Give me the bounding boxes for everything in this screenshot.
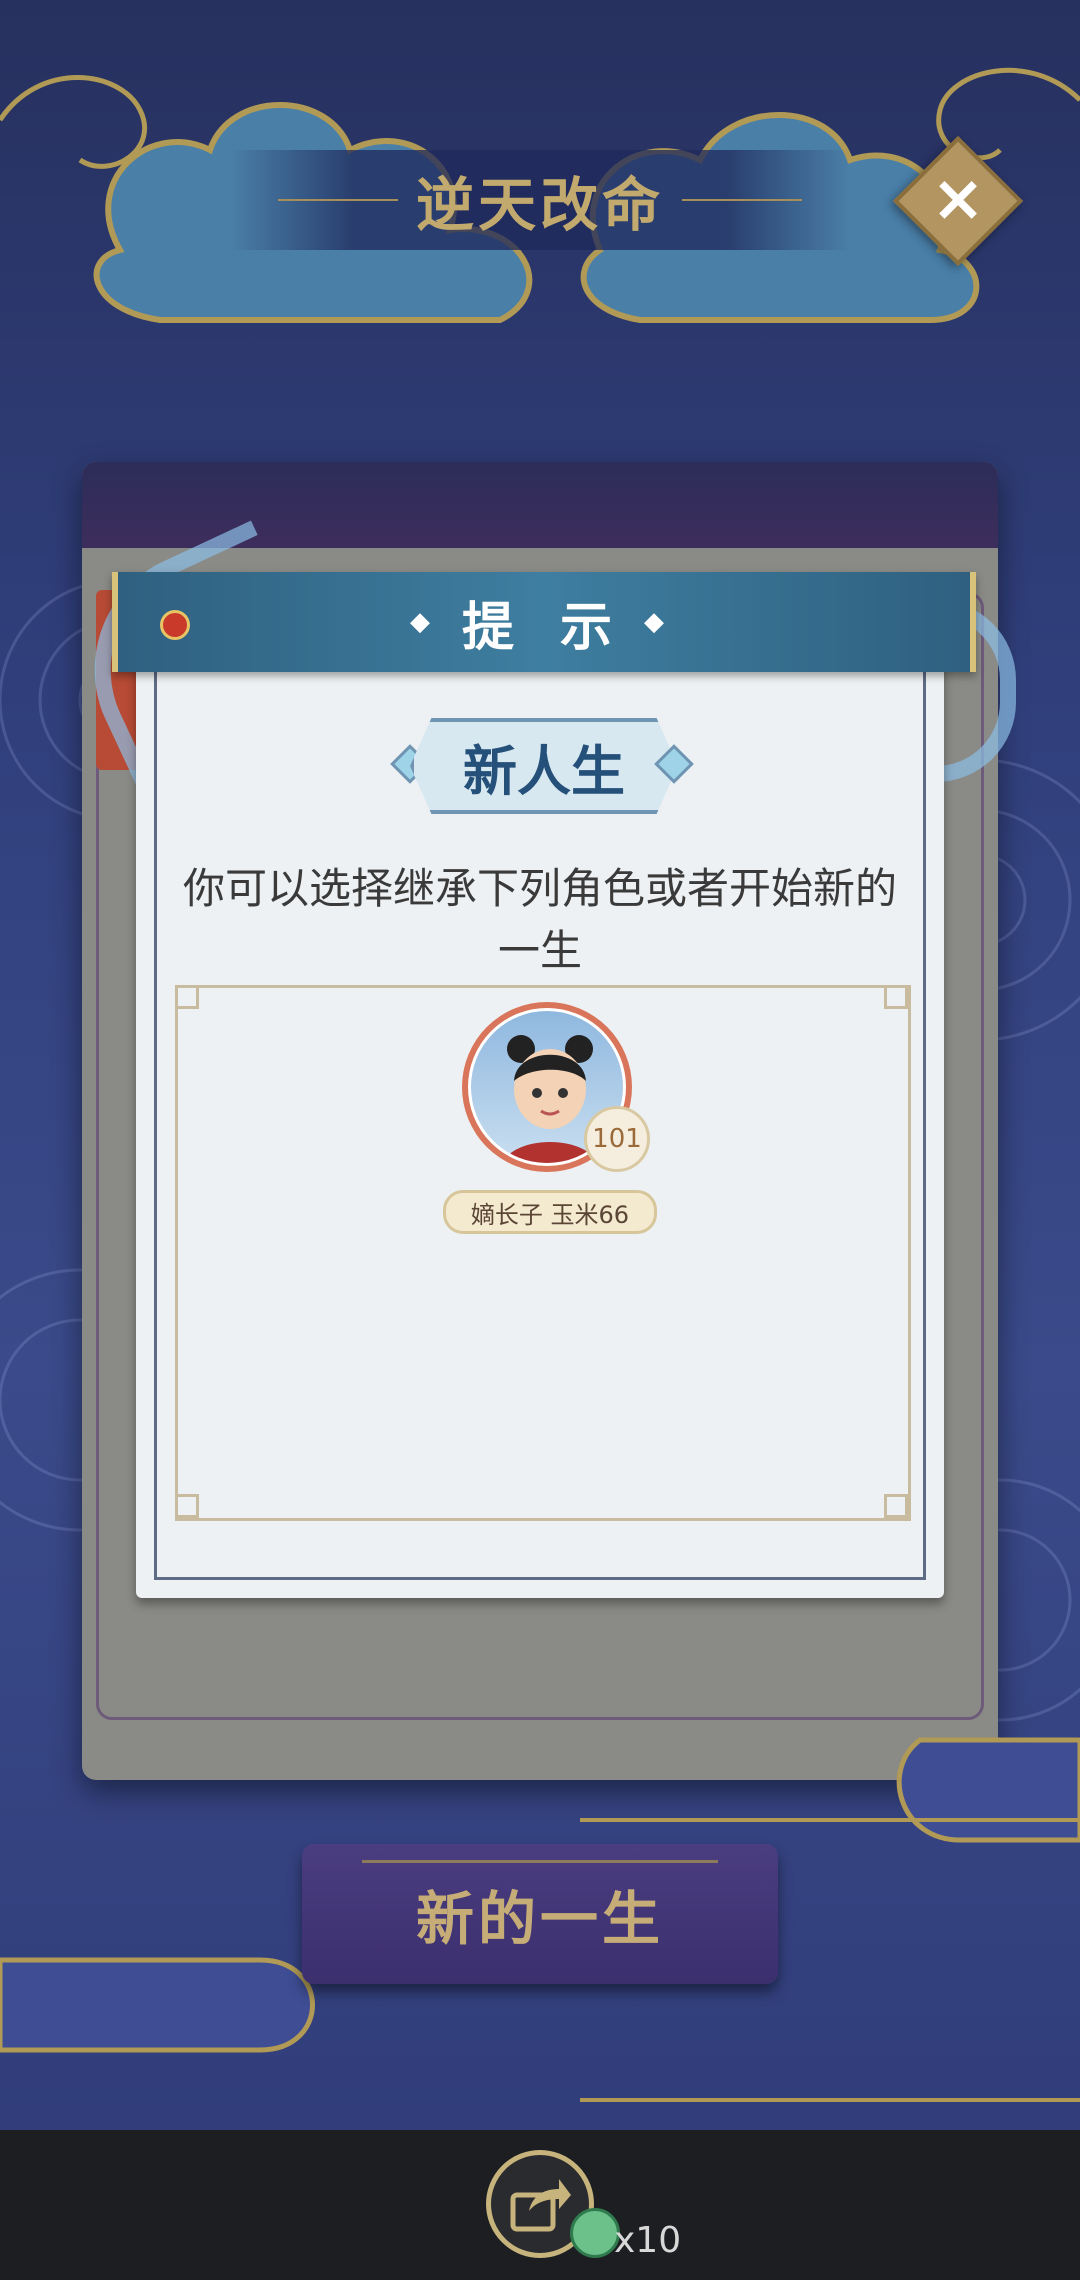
subtitle-text: 新人生: [463, 739, 625, 803]
title-bar: 逆天改命: [230, 150, 850, 250]
banner-pin-icon: [160, 610, 190, 640]
page-title: 逆天改命: [415, 171, 664, 239]
new-life-button[interactable]: 新的一生: [302, 1844, 778, 1984]
banner-dot-right: ◆: [644, 607, 679, 637]
new-life-label[interactable]: 新的一生: [416, 1872, 664, 1956]
subtitle-box: 新人生: [410, 718, 678, 814]
frame-corner-br: [884, 1494, 908, 1518]
frame-corner-tl: [175, 985, 199, 1009]
title-divider-right: [682, 199, 802, 201]
frame-corner-bl: [175, 1494, 199, 1518]
share-icon[interactable]: [509, 2175, 573, 2235]
banner-dot-left: ◆: [409, 607, 444, 637]
title-divider-left: [277, 199, 398, 201]
frame-corner-tr: [884, 985, 908, 1009]
button-ornament: [362, 1860, 718, 1863]
hint-banner: ◆ 提 示 ◆: [112, 572, 976, 672]
description-text: 你可以选择继承下列角色或者开始新的一生: [182, 864, 897, 975]
level-badge: 101: [584, 1106, 650, 1172]
jade-coin-icon: [570, 2208, 620, 2258]
character-name-tag[interactable]: 嫡长子 玉米66: [443, 1190, 657, 1234]
close-x-icon[interactable]: ×: [916, 159, 1000, 243]
reward-count: x10: [614, 2220, 682, 2261]
banner-title: 提 示: [461, 597, 627, 658]
